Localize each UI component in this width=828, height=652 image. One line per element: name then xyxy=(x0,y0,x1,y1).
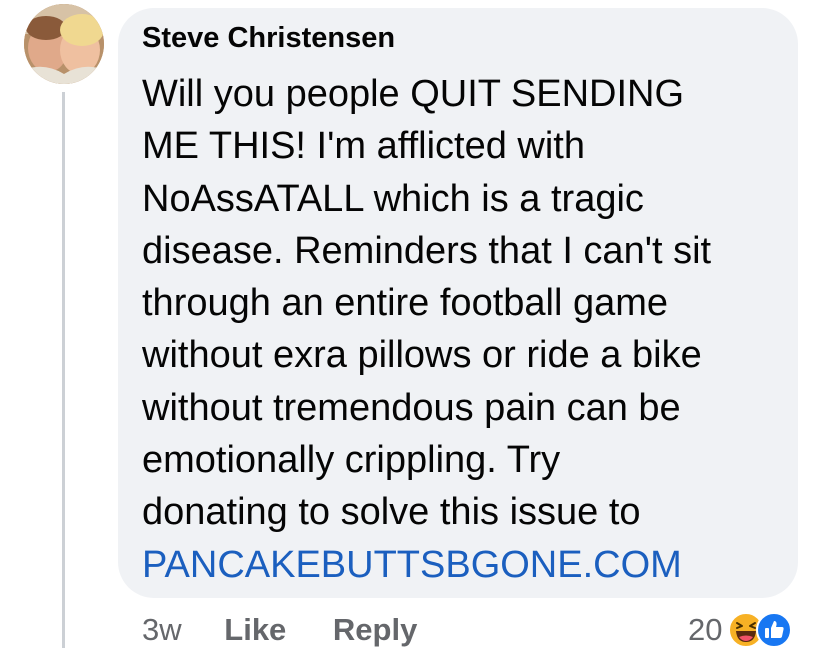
reply-button[interactable]: Reply xyxy=(333,612,417,647)
avatar[interactable] xyxy=(24,4,104,84)
comment-author[interactable]: Steve Christensen xyxy=(142,22,395,55)
comment-line: through an entire football game xyxy=(142,282,669,325)
comment-line: ME THIS! I'm afflicted with xyxy=(142,125,585,168)
comment-line: without exra pillows or ride a bike xyxy=(142,334,702,377)
comment-timestamp[interactable]: 3w xyxy=(142,612,182,647)
comment-actions: 3w Like Reply xyxy=(142,612,455,648)
comment-line: disease. Reminders that I can't sit xyxy=(142,229,712,272)
thread-line xyxy=(62,92,65,648)
comment-line: emotionally crippling. Try xyxy=(142,439,561,482)
reaction-count: 20 xyxy=(688,612,723,647)
like-thumb-icon xyxy=(756,612,793,648)
comment-line: donating to solve this issue to xyxy=(142,491,641,534)
like-button[interactable]: Like xyxy=(224,612,286,647)
comment-body: Will you people QUIT SENDING ME THIS! I'… xyxy=(142,68,790,591)
comment-line: Will you people QUIT SENDING xyxy=(142,73,685,115)
profile-photo xyxy=(24,4,104,84)
comment-line: without tremendous pain can be xyxy=(142,386,681,429)
comment-link[interactable]: PANCAKEBUTTSBGONE.COM xyxy=(142,539,790,591)
comment-line: NoAssATALL which is a tragic xyxy=(142,177,644,220)
reaction-summary[interactable]: 20 xyxy=(688,608,793,652)
